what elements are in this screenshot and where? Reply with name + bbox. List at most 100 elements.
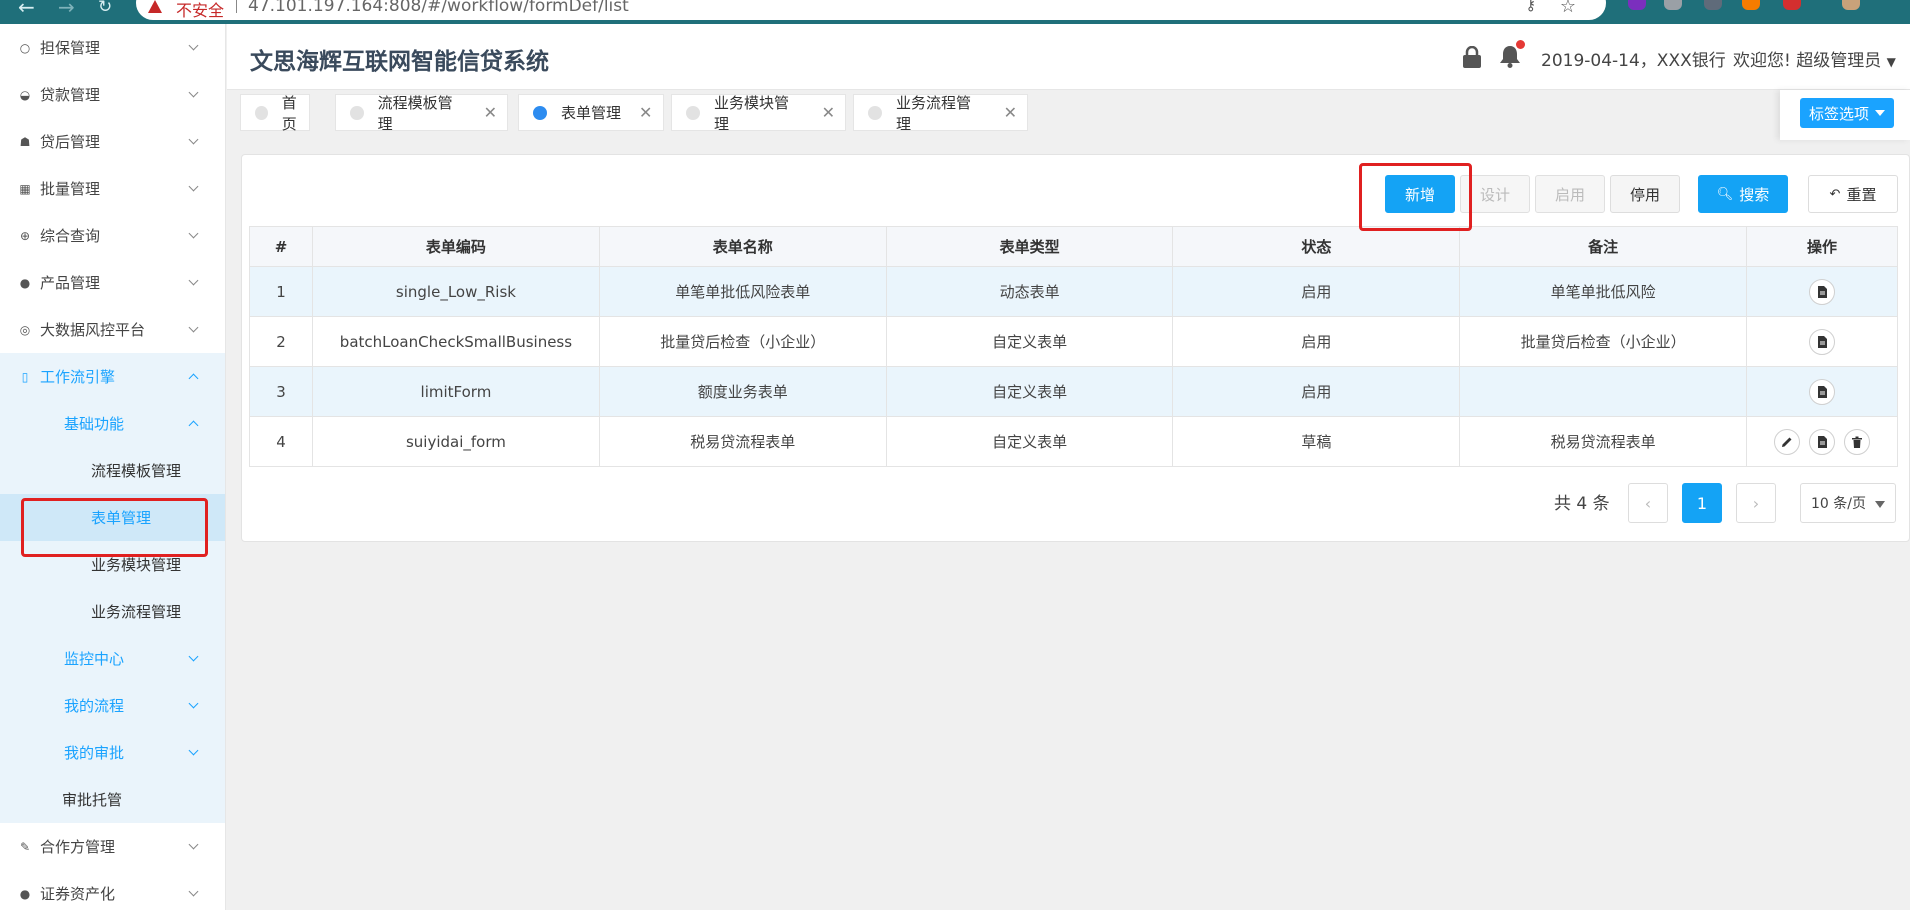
document-icon[interactable] xyxy=(1809,278,1836,305)
search-button[interactable]: 🔍︎ 搜索 xyxy=(1698,175,1788,213)
reset-button-label: 重置 xyxy=(1846,185,1877,204)
sidebar-item-label: 担保管理 xyxy=(40,39,101,57)
sidebar-item-approval-trust[interactable]: 审批托管 xyxy=(0,776,225,823)
reset-button[interactable]: ↶ 重置 xyxy=(1808,175,1898,213)
profile-avatar-icon[interactable] xyxy=(1842,0,1860,10)
page-size-select[interactable]: 10 条/页 xyxy=(1800,483,1896,523)
document-icon[interactable] xyxy=(1809,378,1836,405)
close-icon[interactable]: ✕ xyxy=(484,103,497,122)
insecure-label: 不安全 xyxy=(176,1,225,20)
sidebar-item-product[interactable]: ● 产品管理 xyxy=(0,259,225,306)
chevron-down-icon xyxy=(188,322,199,333)
sidebar-item-my-process[interactable]: 我的流程 xyxy=(0,682,225,729)
disable-button[interactable]: 停用 xyxy=(1610,175,1680,213)
sidebar-item-batch[interactable]: ▦ 批量管理 xyxy=(0,165,225,212)
page-size-value: 10 条/页 xyxy=(1811,496,1866,512)
cell-name: 额度业务表单 xyxy=(598,366,887,417)
gauge-icon: ◒ xyxy=(19,87,31,102)
table-row[interactable]: 4 suiyidai_form 税易贷流程表单 自定义表单 草稿 税易贷流程表单 xyxy=(249,416,1898,467)
sidebar-item-business-process[interactable]: 业务流程管理 xyxy=(0,588,225,635)
sidebar-item-query[interactable]: ⊕ 综合查询 xyxy=(0,212,225,259)
address-bar[interactable]: 不安全 47.101.197.164:808/#/workflow/formDe… xyxy=(136,0,1606,20)
sidebar-item-loan[interactable]: ◒ 贷款管理 xyxy=(0,71,225,118)
column-header[interactable]: 表单名称 xyxy=(598,226,887,267)
rp-extension-icon[interactable] xyxy=(1628,0,1646,10)
fingerprint-icon: ◎ xyxy=(19,322,31,337)
sidebar-item-label: 监控中心 xyxy=(64,650,125,668)
sidebar-item-guarantee[interactable]: ○ 担保管理 xyxy=(0,24,225,71)
infinity-extension-icon[interactable] xyxy=(1742,0,1760,10)
reload-icon[interactable]: ↻ xyxy=(98,0,112,16)
user-menu[interactable]: 欢迎您! 超级管理员 ▼ xyxy=(1733,46,1896,71)
close-icon[interactable]: ✕ xyxy=(639,103,652,122)
bookmark-star-icon[interactable]: ☆ xyxy=(1560,0,1576,17)
sidebar-item-process-template[interactable]: 流程模板管理 xyxy=(0,447,225,494)
tab-home[interactable]: 首页 xyxy=(240,94,310,133)
caret-down-icon xyxy=(1875,110,1885,116)
chevron-right-icon: › xyxy=(1752,493,1760,513)
html5-extension-icon[interactable] xyxy=(1783,0,1801,10)
column-header[interactable]: 状态 xyxy=(1172,226,1461,267)
tab-label: 表单管理 xyxy=(561,104,622,122)
cell-status: 启用 xyxy=(1172,266,1461,317)
design-button[interactable]: 设计 xyxy=(1460,175,1530,213)
cell-index: 3 xyxy=(249,366,313,417)
back-icon[interactable]: ← xyxy=(18,0,35,17)
search-icon: 🔍︎ xyxy=(1716,186,1734,202)
column-header[interactable]: 备注 xyxy=(1459,226,1748,267)
tab-status-dot xyxy=(533,105,547,120)
next-page-button[interactable]: › xyxy=(1736,483,1776,523)
table-row[interactable]: 1 single_Low_Risk 单笔单批低风险表单 动态表单 启用 单笔单批… xyxy=(249,266,1898,317)
tab-business-process[interactable]: 业务流程管理 ✕ xyxy=(853,94,1028,133)
disable-button-label: 停用 xyxy=(1629,185,1660,204)
sidebar-item-basic-functions[interactable]: 基础功能 xyxy=(0,400,225,447)
enable-button[interactable]: 启用 xyxy=(1535,175,1605,213)
abp-extension-icon[interactable] xyxy=(1664,0,1682,10)
sidebar-item-post-loan[interactable]: ☗ 贷后管理 xyxy=(0,118,225,165)
sidebar-item-form-management[interactable]: 表单管理 xyxy=(0,494,225,541)
close-icon[interactable]: ✕ xyxy=(822,103,835,122)
forward-icon[interactable]: → xyxy=(58,0,75,17)
url-text[interactable]: 47.101.197.164:808/#/workflow/formDef/li… xyxy=(248,0,629,16)
table-row[interactable]: 3 limitForm 额度业务表单 自定义表单 启用 xyxy=(249,366,1898,417)
table-row[interactable]: 2 batchLoanCheckSmallBusiness 批量贷后检查（小企业… xyxy=(249,316,1898,367)
cell-remark: 批量贷后检查（小企业） xyxy=(1459,316,1748,367)
cell-type: 自定义表单 xyxy=(885,366,1174,417)
sidebar-item-securitization[interactable]: ● 证券资产化 xyxy=(0,870,225,910)
column-header[interactable]: 表单编码 xyxy=(311,226,600,267)
sidebar-item-label: 流程模板管理 xyxy=(91,462,182,480)
add-button[interactable]: 新增 xyxy=(1385,175,1455,213)
sidebar-item-business-module[interactable]: 业务模块管理 xyxy=(0,541,225,588)
phone-icon: ▯ xyxy=(21,369,29,384)
prev-page-button[interactable]: ‹ xyxy=(1628,483,1668,523)
cell-remark: 单笔单批低风险 xyxy=(1459,266,1748,317)
sidebar-item-monitor-center[interactable]: 监控中心 xyxy=(0,635,225,682)
column-header[interactable]: 表单类型 xyxy=(885,226,1174,267)
tab-business-module[interactable]: 业务模块管理 ✕ xyxy=(671,94,846,133)
document-icon[interactable] xyxy=(1809,328,1836,355)
page-number-button[interactable]: 1 xyxy=(1682,483,1722,523)
tab-form-management[interactable]: 表单管理 ✕ xyxy=(518,94,664,131)
close-icon[interactable]: ✕ xyxy=(1004,103,1017,122)
sidebar-item-label: 工作流引擎 xyxy=(40,368,116,386)
sidebar-item-partner[interactable]: ✎ 合作方管理 xyxy=(0,823,225,870)
tab-process-template[interactable]: 流程模板管理 ✕ xyxy=(335,93,508,133)
sidebar-item-workflow[interactable]: ▯ 工作流引擎 xyxy=(0,353,225,400)
edit-icon[interactable] xyxy=(1774,428,1801,455)
react-extension-icon[interactable] xyxy=(1704,0,1722,10)
cell-status: 草稿 xyxy=(1172,416,1461,467)
lock-icon[interactable] xyxy=(1462,46,1482,68)
sidebar-item-risk-platform[interactable]: ◎ 大数据风控平台 xyxy=(0,306,225,353)
sidebar-item-my-approval[interactable]: 我的审批 xyxy=(0,729,225,776)
sidebar-item-label: 我的审批 xyxy=(64,744,125,762)
document-icon[interactable] xyxy=(1809,428,1836,455)
form-table: # 表单编码 表单名称 表单类型 状态 备注 操作 1 single_Low_R… xyxy=(249,226,1898,467)
key-icon[interactable]: ⚷ xyxy=(1526,0,1536,14)
tab-label: 流程模板管理 xyxy=(377,93,453,133)
delete-icon[interactable] xyxy=(1843,428,1870,455)
cell-status: 启用 xyxy=(1172,366,1461,417)
bullet-icon: ● xyxy=(19,886,31,901)
tag-options-button[interactable]: 标签选项 xyxy=(1800,98,1894,128)
cell-index: 4 xyxy=(249,416,313,467)
browser-toolbar: ← → ↻ 不安全 47.101.197.164:808/#/workflow/… xyxy=(0,0,1910,24)
